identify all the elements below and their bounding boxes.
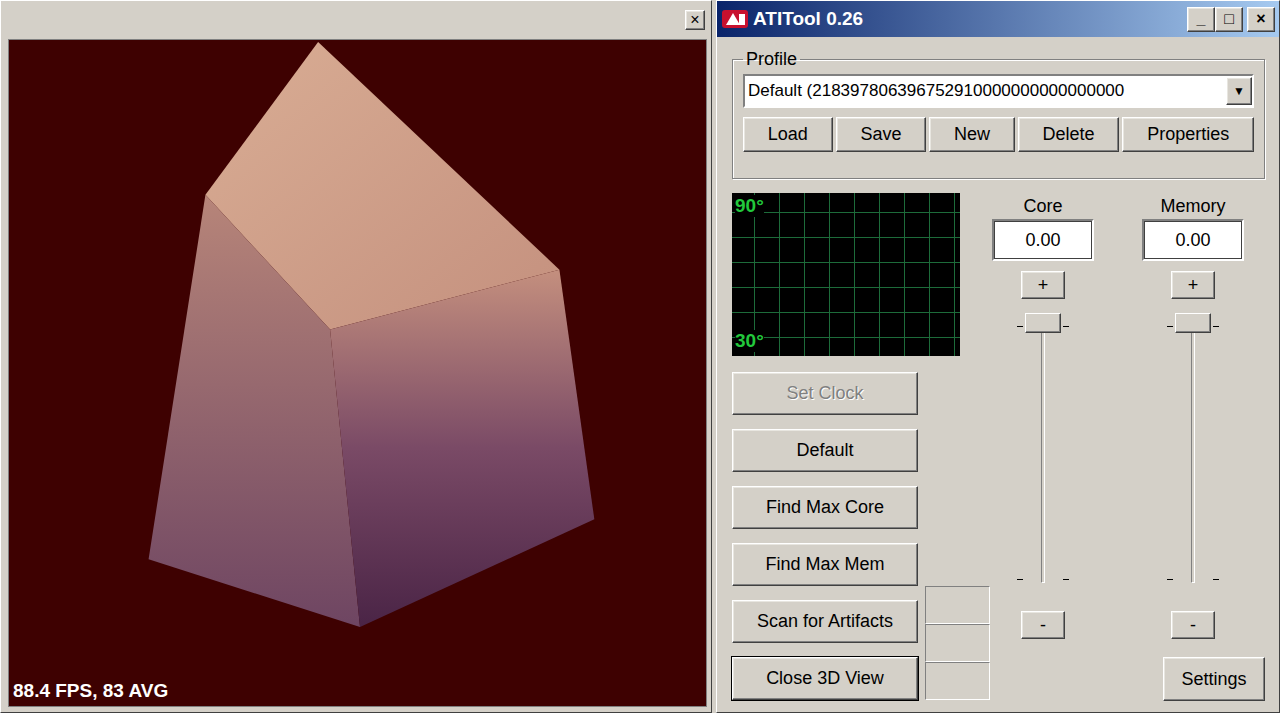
- decrease-button[interactable]: -: [1171, 611, 1215, 639]
- window-control-button[interactable]: □: [1215, 7, 1243, 32]
- action-button[interactable]: Find Max Mem: [732, 543, 918, 586]
- increase-button[interactable]: +: [1021, 271, 1065, 299]
- action-button[interactable]: Close 3D View: [732, 657, 918, 700]
- action-button[interactable]: Default: [732, 429, 918, 472]
- clock-slider[interactable]: [1163, 313, 1223, 593]
- increase-button[interactable]: +: [1171, 271, 1215, 299]
- 3d-view-window: × 88.4 FPS, 83 AVG: [0, 0, 712, 713]
- graph-max-label: 90°: [735, 195, 764, 217]
- fps-counter: 88.4 FPS, 83 AVG: [13, 680, 168, 702]
- title-bar: ×: [1, 1, 711, 39]
- clock-label: Memory: [1160, 195, 1225, 217]
- profile-button[interactable]: Save: [836, 117, 927, 152]
- status-box: [925, 662, 990, 700]
- fur-cube-render: [9, 40, 706, 706]
- settings-button[interactable]: Settings: [1163, 657, 1265, 701]
- slider-thumb[interactable]: [1175, 313, 1211, 333]
- profile-button[interactable]: Delete: [1018, 117, 1120, 152]
- profile-button[interactable]: Properties: [1122, 117, 1254, 152]
- profile-select[interactable]: Default (2183978063967529100000000000000…: [743, 74, 1254, 108]
- atitool-window: ATITool 0.26 _□× Profile Default (218397…: [716, 0, 1280, 713]
- clock-label: Core: [1023, 195, 1062, 217]
- 3d-view: 88.4 FPS, 83 AVG: [8, 39, 707, 707]
- dropdown-button[interactable]: ▼: [1226, 77, 1252, 105]
- status-box: [925, 586, 990, 624]
- window-control-button[interactable]: _: [1187, 7, 1215, 32]
- ati-logo-icon: [721, 8, 749, 30]
- clock-value-field[interactable]: 0.00: [992, 219, 1094, 261]
- clock-value-field[interactable]: 0.00: [1142, 219, 1244, 261]
- profile-label: Profile: [743, 49, 800, 70]
- clock-column: Core 0.00 + -: [992, 193, 1094, 639]
- action-button[interactable]: Set Clock: [732, 372, 918, 415]
- graph-min-label: 30°: [735, 330, 764, 352]
- slider-thumb[interactable]: [1025, 313, 1061, 333]
- temperature-graph: 90° 30°: [732, 193, 960, 356]
- clock-slider[interactable]: [1013, 313, 1073, 593]
- window-control-button[interactable]: ×: [1247, 7, 1275, 32]
- action-button[interactable]: Find Max Core: [732, 486, 918, 529]
- profile-button[interactable]: Load: [743, 117, 833, 152]
- action-button[interactable]: Scan for Artifacts: [732, 600, 918, 643]
- profile-button[interactable]: New: [929, 117, 1015, 152]
- desktop: × 88.4 FPS, 83 AVG ATITool 0.26 _□× Prof…: [0, 0, 1280, 713]
- window-title: ATITool 0.26: [753, 8, 1187, 30]
- title-bar: ATITool 0.26 _□×: [717, 1, 1279, 37]
- status-box: [925, 624, 990, 662]
- profile-group: Profile Default (21839780639675291000000…: [732, 49, 1265, 179]
- clock-column: Memory 0.00 + -: [1142, 193, 1244, 639]
- close-button[interactable]: ×: [685, 10, 705, 30]
- decrease-button[interactable]: -: [1021, 611, 1065, 639]
